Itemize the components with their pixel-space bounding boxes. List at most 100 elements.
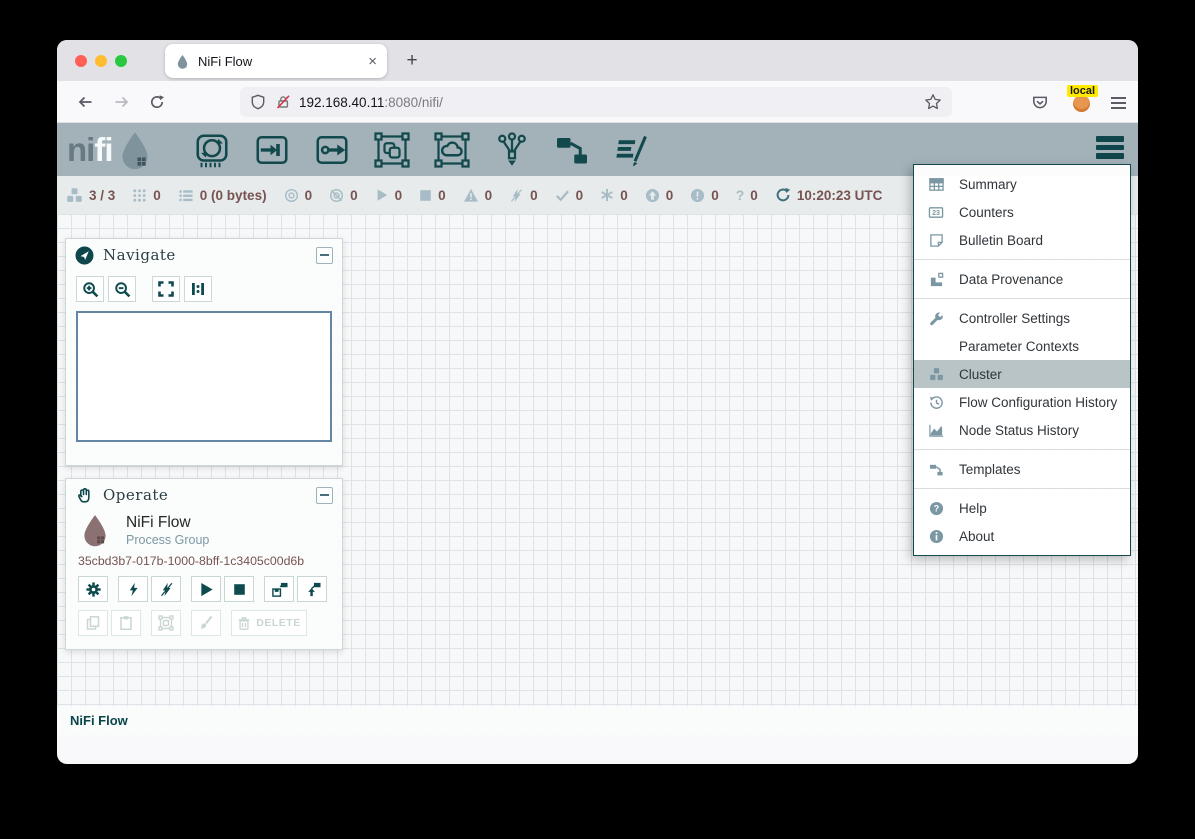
browser-menu-icon[interactable]: [1105, 90, 1131, 116]
navigate-header: Navigate: [66, 239, 342, 271]
start-button[interactable]: [191, 576, 221, 602]
group-button[interactable]: [151, 610, 181, 636]
navigate-compass-icon: [75, 246, 94, 265]
refresh-icon[interactable]: [775, 187, 791, 203]
upload-template-button[interactable]: [297, 576, 327, 602]
help-icon: ?: [926, 501, 946, 516]
process-group-component-icon[interactable]: [373, 131, 411, 169]
menu-item-summary[interactable]: Summary: [914, 170, 1130, 198]
paste-button[interactable]: [111, 610, 141, 636]
create-template-button[interactable]: [264, 576, 294, 602]
threads-icon: [132, 188, 147, 203]
disabled-bolt-icon: [509, 188, 524, 203]
tracking-shield-icon[interactable]: [250, 94, 266, 110]
url-bar[interactable]: 192.168.40.11:8080/nifi/: [240, 87, 952, 117]
operate-header: Operate: [66, 479, 342, 511]
stat-locally-modified-stale: 0: [690, 188, 719, 203]
navigate-collapse-button[interactable]: [316, 247, 333, 264]
browser-tab[interactable]: NiFi Flow ×: [165, 44, 387, 78]
operate-hand-icon: [75, 486, 94, 505]
disable-button[interactable]: [151, 576, 181, 602]
provenance-icon: [926, 272, 946, 287]
bookmark-star-icon[interactable]: [924, 93, 942, 111]
stat-disabled: 0: [509, 188, 538, 203]
forward-button[interactable]: [107, 88, 135, 116]
counter-icon: 23: [926, 205, 946, 220]
menu-item-bulletin-board[interactable]: Bulletin Board: [914, 226, 1130, 254]
tab-title: NiFi Flow: [198, 54, 368, 69]
menu-item-parameter-contexts[interactable]: Parameter Contexts: [914, 332, 1130, 360]
pocket-icon[interactable]: [1027, 90, 1053, 116]
zoom-window-button[interactable]: [115, 55, 127, 67]
stat-active-threads: 0: [132, 188, 161, 203]
svg-text:23: 23: [932, 210, 940, 217]
color-button[interactable]: [191, 610, 221, 636]
history-icon: [926, 395, 946, 410]
invalid-warning-icon: [463, 188, 479, 203]
navigate-title: Navigate: [103, 246, 316, 264]
template-icon: [926, 462, 946, 477]
minimize-window-button[interactable]: [95, 55, 107, 67]
processor-component-icon[interactable]: [193, 131, 231, 169]
browser-titlebar: NiFi Flow × +: [57, 40, 1138, 81]
stat-stale: 0: [645, 188, 674, 203]
remote-process-group-component-icon[interactable]: [433, 131, 471, 169]
stat-last-refreshed: 10:20:23 UTC: [775, 187, 883, 203]
breadcrumb[interactable]: NiFi Flow: [70, 713, 128, 728]
close-window-button[interactable]: [75, 55, 87, 67]
menu-item-flow-configuration-history[interactable]: Flow Configuration History: [914, 388, 1130, 416]
menu-item-controller-settings[interactable]: Controller Settings: [914, 304, 1130, 332]
label-component-icon[interactable]: [613, 131, 651, 169]
template-component-icon[interactable]: [553, 131, 591, 169]
new-tab-button[interactable]: +: [399, 48, 425, 74]
menu-divider: [914, 298, 1130, 299]
menu-item-templates[interactable]: Templates: [914, 455, 1130, 483]
selected-component-type: Process Group: [126, 533, 209, 547]
operate-collapse-button[interactable]: [316, 487, 333, 504]
exclamation-circle-icon: [690, 188, 705, 203]
area-chart-icon: [926, 423, 946, 438]
menu-item-help[interactable]: ? Help: [914, 494, 1130, 522]
copy-button[interactable]: [78, 610, 108, 636]
container-account-icon[interactable]: [1073, 95, 1090, 112]
stat-running: 0: [375, 188, 403, 203]
browser-navbar: 192.168.40.11:8080/nifi/ local: [57, 81, 1138, 123]
cubes-icon: [926, 367, 946, 382]
nifi-favicon: [175, 54, 190, 69]
menu-item-node-status-history[interactable]: Node Status History: [914, 416, 1130, 444]
selected-component-name: NiFi Flow: [126, 514, 209, 532]
configuration-button[interactable]: [78, 576, 108, 602]
menu-item-cluster[interactable]: Cluster: [914, 360, 1130, 388]
zoom-actual-size-button[interactable]: [184, 276, 212, 302]
menu-item-counters[interactable]: 23 Counters: [914, 198, 1130, 226]
reload-button[interactable]: [143, 88, 171, 116]
stop-button[interactable]: [224, 576, 254, 602]
zoom-out-button[interactable]: [108, 276, 136, 302]
delete-button[interactable]: DELETE: [231, 610, 307, 636]
global-dropdown-menu: Summary 23 Counters Bulletin Board Data …: [913, 164, 1131, 556]
menu-item-about[interactable]: About: [914, 522, 1130, 550]
enable-button[interactable]: [118, 576, 148, 602]
zoom-in-button[interactable]: [76, 276, 104, 302]
process-group-id[interactable]: 35cbd3b7-017b-1000-8bff-1c3405c00d6b: [66, 547, 342, 568]
url-text[interactable]: 192.168.40.11:8080/nifi/: [299, 95, 924, 110]
nifi-logo: nifi: [67, 130, 155, 170]
check-icon: [555, 188, 570, 203]
table-icon: [926, 177, 946, 192]
output-port-component-icon[interactable]: [313, 131, 351, 169]
question-icon: ?: [736, 187, 745, 203]
zoom-fit-button[interactable]: [152, 276, 180, 302]
stat-stopped: 0: [419, 188, 446, 203]
delete-label: DELETE: [256, 617, 300, 629]
funnel-component-icon[interactable]: [493, 131, 531, 169]
stat-locally-modified: 0: [600, 188, 628, 203]
back-button[interactable]: [71, 88, 99, 116]
close-tab-icon[interactable]: ×: [368, 53, 377, 70]
birdseye-view[interactable]: [76, 311, 332, 442]
insecure-lock-icon[interactable]: [275, 94, 291, 110]
input-port-component-icon[interactable]: [253, 131, 291, 169]
global-menu-button[interactable]: [1096, 136, 1124, 159]
process-group-drop-icon: [78, 513, 112, 547]
svg-text:?: ?: [933, 503, 938, 513]
menu-item-data-provenance[interactable]: Data Provenance: [914, 265, 1130, 293]
